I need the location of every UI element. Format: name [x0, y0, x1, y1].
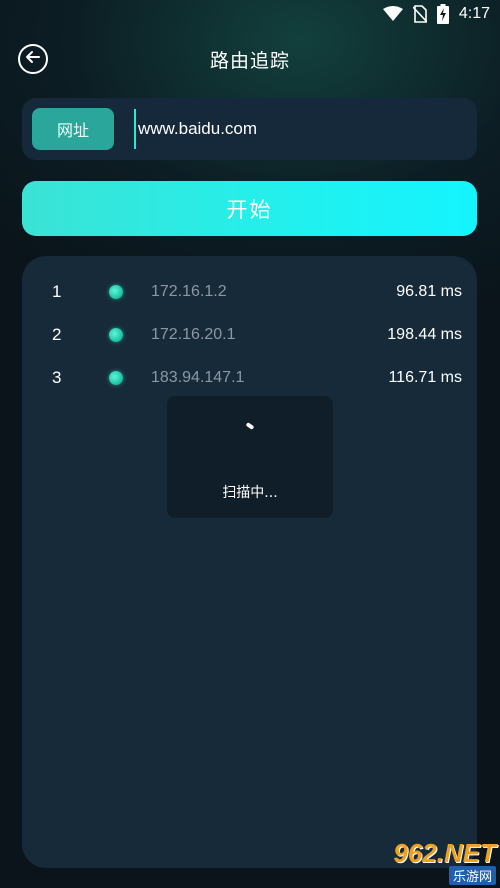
- hop-index: 3: [52, 367, 62, 387]
- start-button[interactable]: 开始: [22, 181, 477, 236]
- url-label-tag: 网址: [32, 108, 114, 150]
- battery-charging-icon: [436, 4, 449, 24]
- watermark-sub: 乐游网: [448, 866, 496, 885]
- hop-list: 1 172.16.1.2 96.81 ms 2 172.16.20.1 198.…: [22, 270, 477, 399]
- hop-status-dot-icon: [109, 284, 123, 299]
- url-input[interactable]: [134, 109, 464, 149]
- result-panel: 1 172.16.1.2 96.81 ms 2 172.16.20.1 198.…: [22, 256, 477, 868]
- no-sim-icon: [412, 5, 427, 23]
- hop-index: 2: [52, 324, 62, 344]
- hop-ip: 172.16.1.2: [151, 282, 227, 300]
- wifi-icon: [382, 6, 403, 22]
- back-button[interactable]: [18, 44, 48, 74]
- scanning-text: 扫描中...: [222, 485, 278, 501]
- hop-ip: 183.94.147.1: [151, 368, 245, 386]
- loading-spinner-icon: [245, 422, 255, 430]
- hop-row: 1 172.16.1.2 96.81 ms: [22, 270, 477, 313]
- url-input-row: 网址: [22, 98, 477, 160]
- watermark-brand: 962.NET: [393, 838, 496, 868]
- status-time: 4:17: [458, 5, 490, 22]
- hop-time: 116.71 ms: [388, 368, 462, 386]
- hop-row: 2 172.16.20.1 198.44 ms: [22, 313, 477, 356]
- hop-status-dot-icon: [109, 327, 123, 342]
- hop-time: 198.44 ms: [387, 325, 462, 343]
- hop-row: 3 183.94.147.1 116.71 ms: [22, 356, 477, 399]
- hop-ip: 172.16.20.1: [151, 325, 236, 343]
- hop-time: 96.81 ms: [396, 282, 462, 300]
- status-bar: 4:17: [0, 0, 500, 28]
- hop-index: 1: [52, 281, 62, 301]
- page-title: 路由追踪: [209, 49, 290, 72]
- back-arrow-circle-icon: [25, 49, 41, 69]
- app-header: 路由追踪: [0, 36, 500, 82]
- scanning-dialog: 扫描中...: [167, 396, 333, 518]
- watermark-logo: 962.NET 乐游网: [370, 840, 496, 886]
- hop-status-dot-icon: [109, 370, 123, 385]
